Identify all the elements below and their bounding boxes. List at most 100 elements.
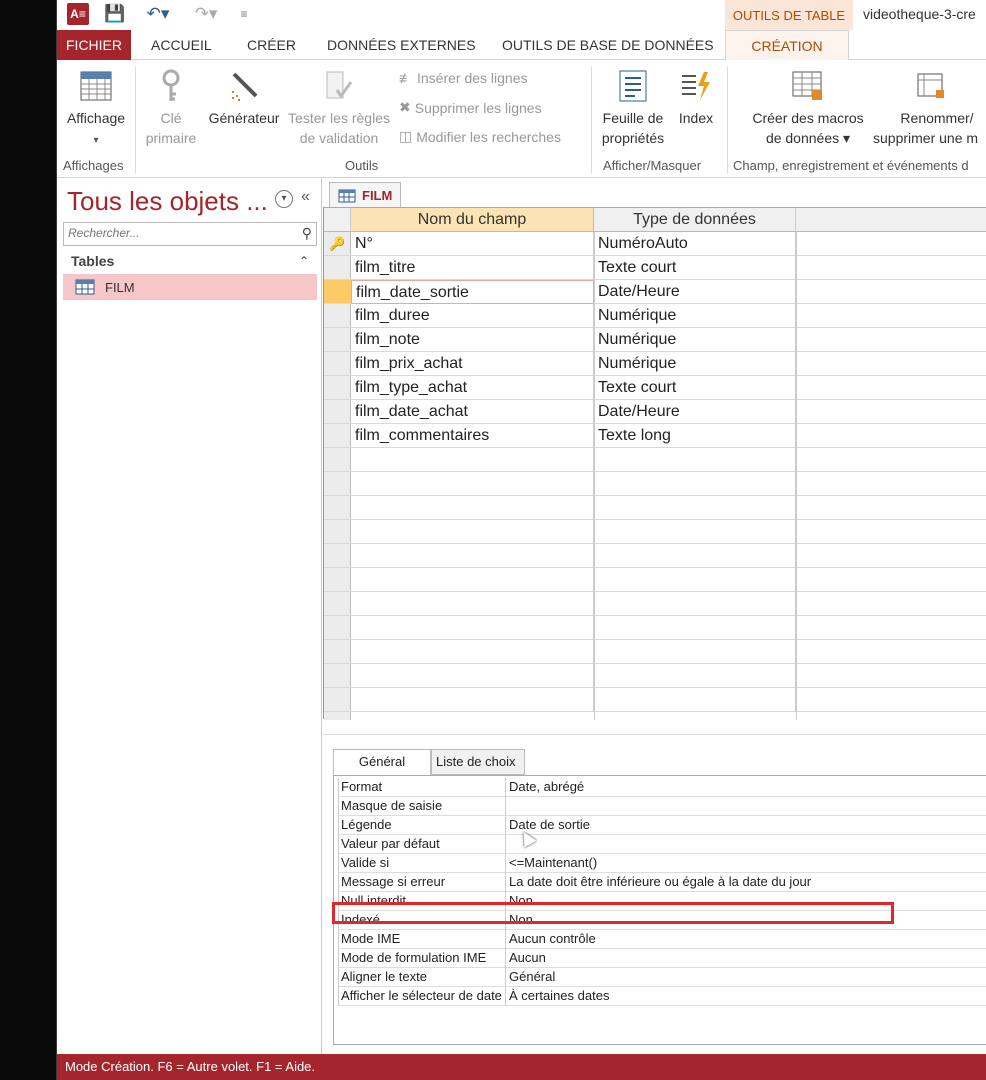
field-name-cell[interactable]: film_date_achat — [351, 400, 594, 424]
field-name-cell[interactable]: N° — [351, 232, 594, 256]
row-selector[interactable] — [324, 256, 351, 280]
tab-creation[interactable]: CRÉATION — [725, 30, 849, 61]
description-cell[interactable] — [796, 424, 986, 448]
column-header-description[interactable] — [796, 208, 986, 232]
property-row[interactable]: Mode de formulation IME Aucun — [338, 949, 986, 968]
property-value[interactable]: Général — [506, 968, 986, 987]
field-name-cell[interactable] — [351, 520, 594, 544]
search-icon[interactable]: ⚲ — [302, 225, 312, 242]
nav-search-input[interactable] — [64, 223, 284, 243]
data-type-cell[interactable]: Numérique — [594, 304, 796, 328]
data-type-cell[interactable] — [594, 544, 796, 568]
row-selector[interactable] — [324, 688, 351, 712]
data-type-cell[interactable]: Texte long — [594, 424, 796, 448]
row-selector[interactable] — [324, 592, 351, 616]
data-type-cell[interactable] — [594, 640, 796, 664]
empty-field-row[interactable] — [324, 520, 986, 544]
property-value[interactable]: Date de sortie — [506, 816, 986, 835]
field-row[interactable]: film_date_sortie Date/Heure — [324, 280, 986, 304]
supprimer-lignes-button[interactable]: ✖ Supprimer les lignes — [399, 99, 542, 116]
tab-fichier[interactable]: FICHIER — [57, 30, 131, 60]
primary-key-icon[interactable]: 🔑 — [324, 232, 351, 256]
tab-liste-de-choix[interactable]: Liste de choix — [431, 749, 525, 775]
column-header-data-type[interactable]: Type de données — [594, 208, 796, 232]
field-row[interactable]: film_type_achat Texte court — [324, 376, 986, 400]
inserer-lignes-button[interactable]: ≢ Insérer des lignes — [399, 70, 528, 86]
chevron-down-icon[interactable]: ▾ — [275, 190, 293, 208]
field-name-cell[interactable] — [351, 544, 594, 568]
description-cell[interactable] — [796, 400, 986, 424]
description-cell[interactable] — [796, 688, 986, 712]
empty-field-row[interactable] — [324, 568, 986, 592]
field-name-cell[interactable] — [351, 640, 594, 664]
field-name-cell[interactable] — [351, 616, 594, 640]
property-row[interactable]: Masque de saisie — [338, 797, 986, 816]
tester-regles-button[interactable]: Tester les règles de validation — [285, 68, 393, 148]
description-cell[interactable] — [796, 544, 986, 568]
tab-creer[interactable]: CRÉER — [247, 30, 296, 60]
description-cell[interactable] — [796, 328, 986, 352]
property-value[interactable] — [506, 797, 986, 816]
undo-icon[interactable]: ↶▾ — [141, 3, 175, 25]
property-value[interactable]: Aucun contrôle — [506, 930, 986, 949]
field-name-cell[interactable]: film_date_sortie — [351, 280, 594, 304]
data-type-cell[interactable]: Texte court — [594, 376, 796, 400]
field-row[interactable]: film_commentaires Texte long — [324, 424, 986, 448]
renommer-macro-button[interactable]: Renommer/ supprimer une m — [873, 68, 986, 148]
row-selector[interactable] — [324, 664, 351, 688]
property-row[interactable]: Valide si <=Maintenant() — [338, 854, 986, 873]
property-row[interactable]: Aligner le texte Général — [338, 968, 986, 987]
data-type-cell[interactable] — [594, 568, 796, 592]
description-cell[interactable] — [796, 352, 986, 376]
document-tab-film[interactable]: FILM — [329, 182, 401, 208]
field-row[interactable]: film_titre Texte court — [324, 256, 986, 280]
field-name-cell[interactable] — [351, 448, 594, 472]
description-cell[interactable] — [796, 280, 986, 304]
property-value[interactable]: Aucun — [506, 949, 986, 968]
description-cell[interactable] — [796, 472, 986, 496]
data-type-cell[interactable]: Numérique — [594, 352, 796, 376]
empty-field-row[interactable] — [324, 688, 986, 712]
row-selector[interactable] — [324, 496, 351, 520]
data-type-cell[interactable] — [594, 688, 796, 712]
data-type-cell[interactable] — [594, 520, 796, 544]
empty-field-row[interactable] — [324, 616, 986, 640]
empty-field-row[interactable] — [324, 640, 986, 664]
data-type-cell[interactable] — [594, 448, 796, 472]
redo-icon[interactable]: ↷▾ — [189, 3, 223, 25]
description-cell[interactable] — [796, 496, 986, 520]
row-selector[interactable] — [324, 352, 351, 376]
generateur-button[interactable]: Générateur — [205, 68, 283, 128]
description-cell[interactable] — [796, 616, 986, 640]
field-name-cell[interactable] — [351, 664, 594, 688]
tab-accueil[interactable]: ACCUEIL — [151, 30, 212, 60]
row-selector[interactable] — [324, 472, 351, 496]
customize-qat-icon[interactable]: ≡ — [237, 3, 251, 25]
row-selector[interactable] — [324, 424, 351, 448]
empty-field-row[interactable] — [324, 664, 986, 688]
property-row[interactable]: Format Date, abrégé — [338, 778, 986, 797]
empty-field-row[interactable] — [324, 592, 986, 616]
data-type-cell[interactable] — [594, 592, 796, 616]
field-name-cell[interactable] — [351, 592, 594, 616]
creer-macros-button[interactable]: Créer des macros de données ▾ — [743, 68, 873, 148]
property-row[interactable]: Mode IME Aucun contrôle — [338, 930, 986, 949]
field-row[interactable]: film_prix_achat Numérique — [324, 352, 986, 376]
description-cell[interactable] — [796, 376, 986, 400]
field-row[interactable]: film_duree Numérique — [324, 304, 986, 328]
data-type-cell[interactable]: Texte court — [594, 256, 796, 280]
field-name-cell[interactable] — [351, 568, 594, 592]
property-value[interactable]: La date doit être inférieure ou égale à … — [506, 873, 986, 892]
empty-field-row[interactable] — [324, 448, 986, 472]
description-cell[interactable] — [796, 304, 986, 328]
field-name-cell[interactable] — [351, 496, 594, 520]
property-value[interactable]: <=Maintenant() — [506, 854, 986, 873]
field-name-cell[interactable]: film_titre — [351, 256, 594, 280]
column-header-field-name[interactable]: Nom du champ — [351, 208, 594, 232]
tab-donnees-externes[interactable]: DONNÉES EXTERNES — [327, 30, 476, 60]
data-type-cell[interactable] — [594, 616, 796, 640]
property-value[interactable]: Date, abrégé — [506, 778, 986, 797]
data-type-cell[interactable] — [594, 664, 796, 688]
field-row[interactable]: film_date_achat Date/Heure — [324, 400, 986, 424]
data-type-cell[interactable] — [594, 472, 796, 496]
